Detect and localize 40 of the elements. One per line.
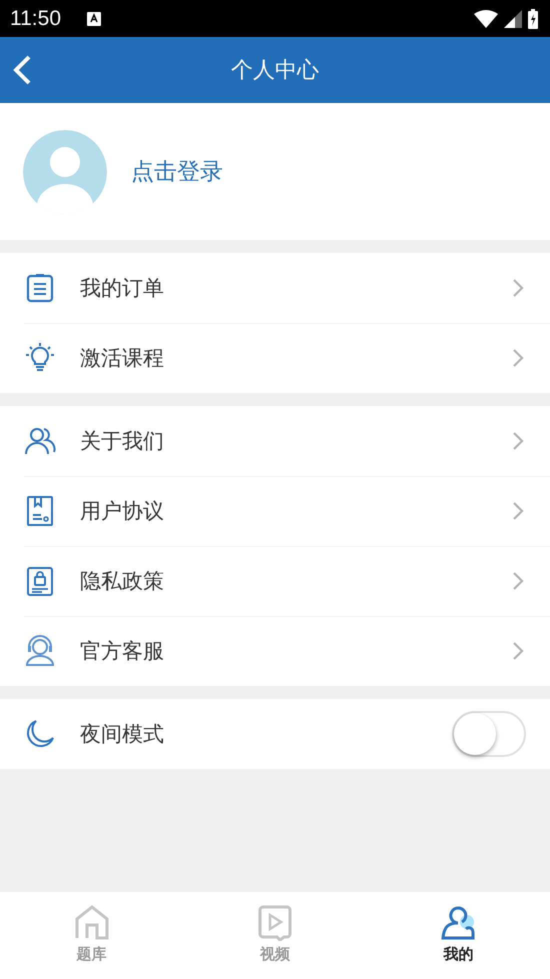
- login-link[interactable]: 点击登录: [131, 156, 223, 187]
- menu-item[interactable]: 激活课程: [0, 323, 550, 393]
- lightbulb-icon: [24, 342, 56, 374]
- chevron-right-icon: [512, 641, 524, 661]
- menu-item[interactable]: 用户协议: [0, 476, 550, 546]
- page-title: 个人中心: [231, 57, 319, 85]
- home-icon: [74, 905, 110, 941]
- user-icon: [440, 905, 476, 941]
- chevron-right-icon: [512, 431, 524, 451]
- avatar-icon[interactable]: [23, 130, 107, 214]
- menu-item[interactable]: 官方客服: [0, 616, 550, 686]
- chevron-right-icon: [512, 571, 524, 591]
- menu-label: 隐私政策: [80, 568, 165, 595]
- list-icon: [24, 272, 56, 304]
- users-icon: [24, 425, 56, 457]
- play-icon: [256, 905, 293, 941]
- menu-label: 关于我们: [80, 428, 165, 455]
- menu-item[interactable]: 隐私政策: [0, 546, 550, 616]
- back-icon[interactable]: [11, 54, 33, 86]
- menu-label: 官方客服: [80, 638, 165, 665]
- headset-person-icon: [24, 635, 56, 667]
- status-time: 11:50: [10, 6, 61, 30]
- lock-document-icon: [24, 565, 56, 597]
- tab[interactable]: 我的: [366, 892, 550, 979]
- keyboard-icon: [87, 12, 101, 26]
- menu-label: 夜间模式: [80, 721, 165, 748]
- wifi-icon: [474, 10, 498, 28]
- chevron-right-icon: [512, 278, 524, 298]
- moon-icon: [24, 718, 56, 750]
- menu-item[interactable]: 关于我们: [0, 406, 550, 476]
- menu-item[interactable]: 我的订单: [0, 253, 550, 323]
- document-icon: [24, 495, 56, 527]
- night-mode-toggle[interactable]: [452, 711, 526, 757]
- chevron-right-icon: [512, 501, 524, 521]
- chevron-right-icon: [512, 348, 524, 368]
- menu-label: 用户协议: [80, 498, 165, 525]
- battery-icon: [528, 8, 538, 28]
- signal-icon: [504, 10, 522, 28]
- menu-label: 激活课程: [80, 345, 165, 372]
- menu-label: 我的订单: [80, 275, 165, 302]
